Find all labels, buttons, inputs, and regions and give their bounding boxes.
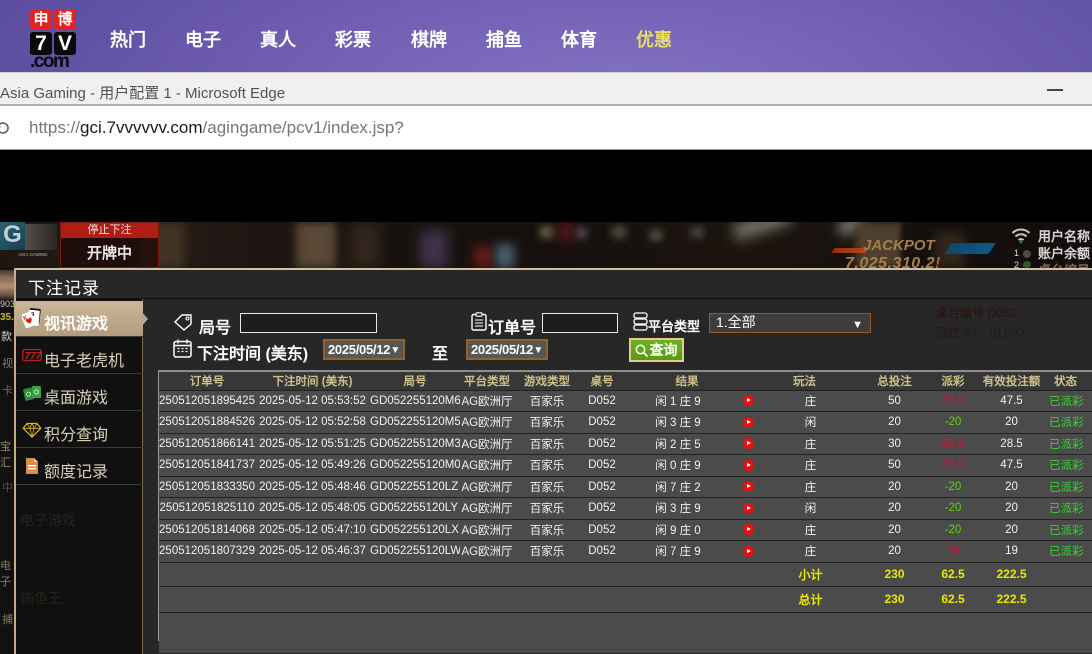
svg-text:777: 777 — [25, 351, 42, 362]
